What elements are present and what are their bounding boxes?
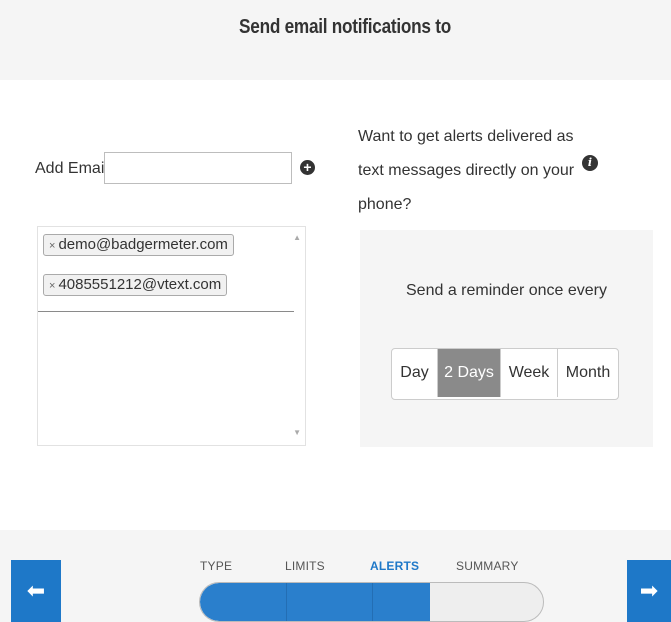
scroll-up-icon[interactable]: ▲ [293, 233, 301, 242]
progress-separator [286, 583, 287, 621]
plus-circle-icon[interactable]: + [300, 160, 315, 175]
reminder-label: Send a reminder once every [406, 282, 607, 299]
remove-chip-icon[interactable]: × [49, 240, 55, 252]
header-bar: Send email notifications to [0, 0, 671, 80]
remove-chip-icon[interactable]: × [49, 280, 55, 292]
email-chip[interactable]: × demo@badgermeter.com [43, 234, 234, 256]
wizard-footer: ⬅ TYPE LIMITS ALERTS SUMMARY ➡ [0, 530, 671, 622]
email-chip[interactable]: × 4085551212@vtext.com [43, 274, 228, 296]
progress-fill [200, 583, 430, 621]
wizard-progress-bar [199, 582, 544, 622]
previous-step-button[interactable]: ⬅ [11, 560, 61, 622]
frequency-option-month[interactable]: Month [558, 349, 618, 397]
email-input[interactable] [104, 152, 292, 184]
step-limits[interactable]: LIMITS [285, 559, 325, 573]
step-summary[interactable]: SUMMARY [456, 559, 519, 573]
email-chip-address: 4085551212@vtext.com [58, 276, 222, 293]
add-email-label: Add Email: [35, 160, 113, 177]
reminder-frequency-selector: Day 2 Days Week Month [391, 348, 619, 400]
page-title: Send email notifications to [239, 16, 451, 38]
reminder-panel: Send a reminder once every Day 2 Days We… [360, 230, 653, 447]
frequency-option-week[interactable]: Week [501, 349, 558, 397]
step-alerts[interactable]: ALERTS [370, 559, 419, 573]
scroll-down-icon[interactable]: ▼ [293, 428, 301, 437]
arrow-right-icon: ➡ [639, 578, 659, 603]
list-divider [38, 311, 294, 312]
email-chip-address: demo@badgermeter.com [58, 236, 228, 253]
arrow-left-icon: ⬅ [26, 578, 46, 603]
frequency-option-day[interactable]: Day [392, 349, 438, 397]
step-type[interactable]: TYPE [200, 559, 232, 573]
frequency-option-2-days[interactable]: 2 Days [438, 349, 501, 397]
email-list[interactable]: × demo@badgermeter.com × 4085551212@vtext.… [37, 226, 306, 446]
progress-separator [372, 583, 373, 621]
info-icon[interactable]: i [582, 155, 598, 171]
next-step-button[interactable]: ➡ [627, 560, 671, 622]
text-alerts-prompt: Want to get alerts delivered as text mes… [358, 128, 575, 213]
